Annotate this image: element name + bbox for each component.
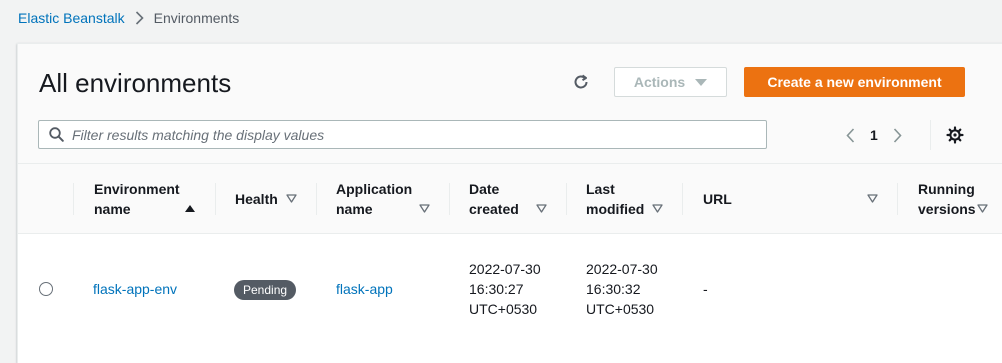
sort-icon	[286, 194, 297, 203]
sort-icon	[652, 204, 663, 213]
sort-icon	[977, 204, 988, 213]
column-label: name	[336, 201, 373, 217]
current-page-number[interactable]: 1	[870, 127, 878, 143]
actions-label: Actions	[633, 74, 686, 90]
column-header-running-versions[interactable]: Running versions	[918, 176, 993, 222]
chevron-right-icon	[135, 11, 144, 25]
last-modified-value: 2022-07-30 16:30:32 UTC+0530	[586, 259, 658, 319]
column-divider	[682, 183, 683, 215]
column-label: Health	[235, 191, 278, 207]
environment-name-link[interactable]: flask-app-env	[93, 279, 177, 299]
column-label: Last	[586, 181, 615, 197]
gear-icon	[946, 126, 964, 144]
column-label: Date	[469, 181, 500, 197]
column-divider	[73, 183, 74, 215]
panel-header: All environments Actions Create a new en…	[18, 44, 1002, 164]
table-row: flask-app-env Pending flask-app 2022-07-…	[18, 234, 1002, 346]
column-header-health[interactable]: Health	[235, 176, 315, 222]
refresh-icon	[572, 73, 590, 91]
last-modified-time: 16:30:32	[586, 281, 641, 297]
page-title: All environments	[39, 68, 232, 98]
last-modified-date: 2022-07-30	[586, 261, 658, 277]
last-modified-tz: UTC+0530	[586, 301, 655, 317]
sort-icon	[867, 194, 878, 203]
date-created-date: 2022-07-30	[469, 261, 541, 277]
column-header-last-modified[interactable]: Last modified	[586, 176, 681, 222]
column-divider	[316, 183, 317, 215]
column-header-date-created[interactable]: Date created	[469, 176, 564, 222]
column-divider	[449, 183, 450, 215]
sort-icon	[536, 204, 547, 213]
breadcrumb-elastic-beanstalk-link[interactable]: Elastic Beanstalk	[18, 10, 125, 26]
filter-search-box[interactable]	[38, 120, 767, 149]
column-label: Environment	[94, 181, 180, 197]
next-page-button[interactable]	[890, 127, 906, 143]
actions-dropdown-button[interactable]: Actions	[614, 67, 727, 97]
search-icon	[49, 127, 64, 142]
column-header-application-name[interactable]: Application name	[336, 176, 451, 222]
sort-ascending-icon	[185, 205, 195, 212]
column-divider	[897, 183, 898, 215]
create-environment-button[interactable]: Create a new environment	[744, 67, 965, 97]
breadcrumb-current: Environments	[153, 10, 240, 26]
column-divider	[215, 183, 216, 215]
filter-input[interactable]	[72, 126, 712, 143]
column-divider	[566, 183, 567, 215]
row-select-radio[interactable]	[39, 282, 53, 296]
column-label: versions	[918, 201, 976, 217]
pagination: 1	[842, 124, 906, 146]
column-label: name	[94, 201, 131, 217]
column-label: Running	[918, 181, 975, 197]
health-status-badge: Pending	[234, 280, 297, 300]
column-label: Application	[336, 181, 413, 197]
application-name-link[interactable]: flask-app	[336, 279, 393, 299]
url-value: -	[703, 281, 708, 297]
divider	[930, 120, 931, 150]
column-label: modified	[586, 201, 645, 217]
preferences-button[interactable]	[944, 124, 966, 146]
column-label: created	[469, 201, 519, 217]
column-label: URL	[703, 191, 732, 207]
column-header-environment-name[interactable]: Environment name	[94, 176, 209, 222]
environments-panel: All environments Actions Create a new en…	[17, 43, 1002, 363]
table-header: Environment name Health Application name	[18, 164, 1002, 234]
date-created-time: 16:30:27	[469, 281, 524, 297]
sort-icon	[419, 204, 430, 213]
date-created-value: 2022-07-30 16:30:27 UTC+0530	[469, 259, 541, 319]
previous-page-button[interactable]	[842, 127, 858, 143]
refresh-button[interactable]	[570, 71, 592, 93]
caret-down-icon	[695, 78, 708, 86]
breadcrumb: Elastic Beanstalk Environments	[18, 10, 239, 26]
column-header-url[interactable]: URL	[703, 176, 883, 222]
date-created-tz: UTC+0530	[469, 301, 538, 317]
